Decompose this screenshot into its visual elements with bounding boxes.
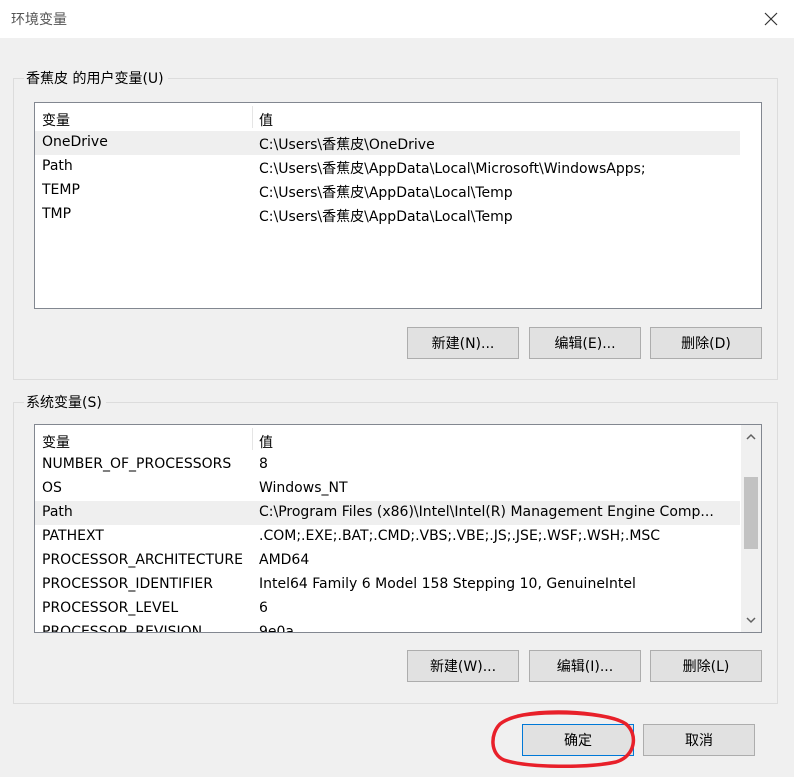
variable-value: C:\Users\香蕉皮\AppData\Local\Temp [259, 209, 513, 225]
column-header-variable[interactable]: 变量 [42, 110, 70, 130]
system-new-button[interactable]: 新建(W)... [407, 650, 519, 682]
column-header-value[interactable]: 值 [259, 110, 273, 130]
list-header: 变量 值 [35, 425, 761, 453]
table-row[interactable]: PROCESSOR_REVISION 9e0a [35, 621, 740, 633]
variable-value: .COM;.EXE;.BAT;.CMD;.VBS;.VBE;.JS;.JSE;.… [259, 528, 661, 544]
variable-value: C:\Users\香蕉皮\OneDrive [259, 137, 435, 153]
variable-value: AMD64 [259, 552, 310, 568]
column-divider[interactable] [252, 106, 253, 128]
close-button[interactable] [748, 0, 794, 38]
system-edit-button[interactable]: 编辑(I)... [529, 650, 641, 682]
variable-value: C:\Program Files (x86)\Intel\Intel(R) Ma… [259, 504, 714, 520]
user-edit-button[interactable]: 编辑(E)... [529, 327, 641, 359]
close-icon [764, 12, 778, 26]
table-row[interactable]: PATHEXT .COM;.EXE;.BAT;.CMD;.VBS;.VBE;.J… [35, 525, 740, 549]
variable-value: Windows_NT [259, 480, 348, 496]
variable-value: 9e0a [259, 624, 295, 633]
chevron-up-icon [746, 433, 756, 440]
system-variables-list[interactable]: 变量 值 NUMBER_OF_PROCESSORS 8 OS Windows_N… [34, 424, 762, 633]
column-header-value[interactable]: 值 [259, 432, 273, 452]
user-variables-label: 香蕉皮 的用户变量(U) [24, 68, 168, 88]
user-variables-list[interactable]: 变量 值 OneDrive C:\Users\香蕉皮\OneDrive Path… [34, 102, 762, 309]
variable-name: TEMP [42, 182, 80, 198]
table-row[interactable]: PROCESSOR_ARCHITECTURE AMD64 [35, 549, 740, 573]
table-row[interactable]: PROCESSOR_IDENTIFIER Intel64 Family 6 Mo… [35, 573, 740, 597]
variable-value: C:\Users\香蕉皮\AppData\Local\Microsoft\Win… [259, 161, 646, 177]
table-row[interactable]: OS Windows_NT [35, 477, 740, 501]
variable-name: Path [42, 158, 73, 174]
variable-value: 8 [259, 456, 268, 472]
cancel-button[interactable]: 取消 [643, 724, 755, 756]
scroll-thumb[interactable] [744, 477, 758, 549]
annotation-circle [491, 710, 636, 769]
user-delete-button[interactable]: 删除(D) [650, 327, 762, 359]
table-row[interactable]: Path C:\Program Files (x86)\Intel\Intel(… [35, 501, 740, 525]
variable-name: PROCESSOR_IDENTIFIER [42, 576, 213, 592]
table-row[interactable]: TMP C:\Users\香蕉皮\AppData\Local\Temp [35, 203, 740, 227]
table-row[interactable]: TEMP C:\Users\香蕉皮\AppData\Local\Temp [35, 179, 740, 203]
column-divider[interactable] [252, 428, 253, 450]
variable-name: OneDrive [42, 134, 108, 150]
table-row[interactable]: PROCESSOR_LEVEL 6 [35, 597, 740, 621]
variable-name: TMP [42, 206, 72, 222]
chevron-down-icon [746, 617, 756, 624]
variable-name: PROCESSOR_REVISION [42, 624, 203, 633]
variable-name: PROCESSOR_ARCHITECTURE [42, 552, 243, 568]
system-variables-group: 系统变量(S) 变量 值 NUMBER_OF_PROCESSORS 8 OS W… [13, 392, 778, 704]
vertical-scrollbar[interactable] [741, 425, 761, 632]
system-delete-button[interactable]: 删除(L) [650, 650, 762, 682]
user-new-button[interactable]: 新建(N)... [407, 327, 519, 359]
variable-value: 6 [259, 600, 268, 616]
variable-value: Intel64 Family 6 Model 158 Stepping 10, … [259, 576, 636, 592]
table-row[interactable]: Path C:\Users\香蕉皮\AppData\Local\Microsof… [35, 155, 740, 179]
window-title: 环境变量 [11, 12, 67, 28]
variable-name: OS [42, 480, 62, 496]
table-row[interactable]: NUMBER_OF_PROCESSORS 8 [35, 453, 740, 477]
system-variables-label: 系统变量(S) [24, 392, 106, 412]
scroll-up-button[interactable] [741, 427, 761, 447]
variable-name: PATHEXT [42, 528, 104, 544]
column-header-variable[interactable]: 变量 [42, 432, 70, 452]
variable-name: NUMBER_OF_PROCESSORS [42, 456, 232, 472]
table-row[interactable]: OneDrive C:\Users\香蕉皮\OneDrive [35, 131, 740, 155]
variable-name: PROCESSOR_LEVEL [42, 600, 179, 616]
scroll-down-button[interactable] [741, 610, 761, 630]
user-variables-group: 香蕉皮 的用户变量(U) 变量 值 OneDrive C:\Users\香蕉皮\… [13, 68, 778, 380]
list-header: 变量 值 [35, 103, 761, 131]
title-bar: 环境变量 [0, 0, 794, 38]
variable-value: C:\Users\香蕉皮\AppData\Local\Temp [259, 185, 513, 201]
variable-name: Path [42, 504, 73, 520]
